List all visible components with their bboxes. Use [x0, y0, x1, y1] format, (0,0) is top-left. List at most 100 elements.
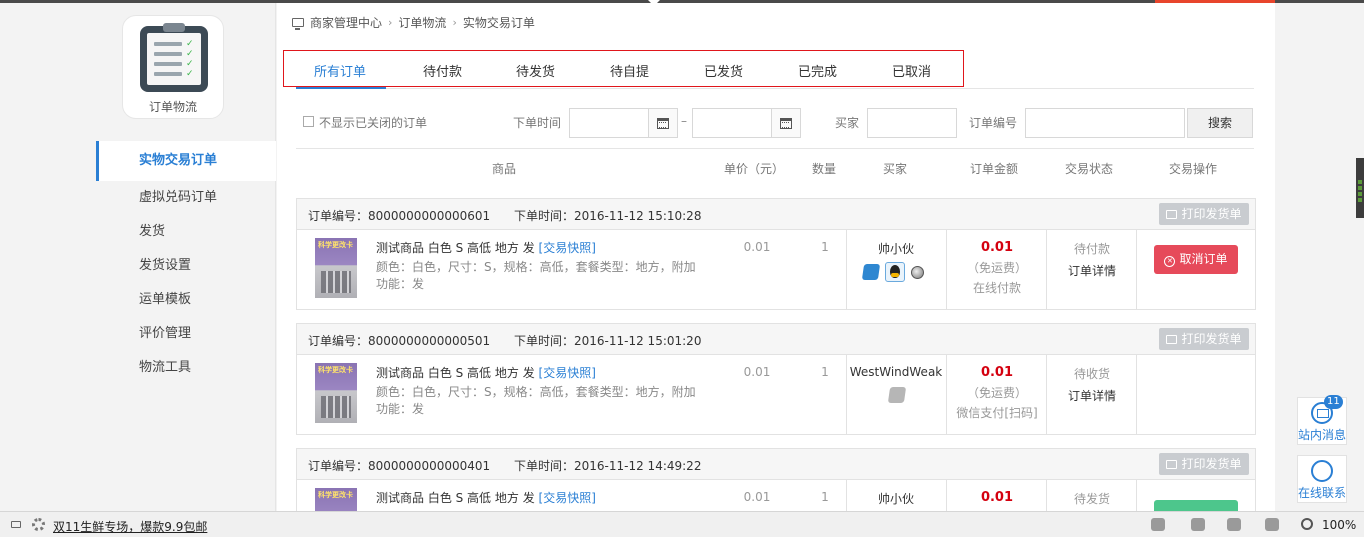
zoom-icon[interactable]	[1301, 518, 1313, 530]
sidebar-item-physical-orders[interactable]: 实物交易订单	[96, 141, 276, 181]
tab-all-orders[interactable]: 所有订单	[314, 61, 366, 80]
col-order-amount: 订单金额	[970, 162, 1019, 176]
print-invoice-button[interactable]: 打印发货单	[1159, 203, 1249, 225]
goods-thumbnail[interactable]: 科学更改卡	[315, 363, 357, 423]
site-messages-widget[interactable]: 11 站内消息	[1297, 395, 1347, 445]
buyer-name: 帅小伙	[877, 242, 914, 256]
breadcrumb-separator: ›	[452, 16, 457, 29]
buyer-name: 帅小伙	[877, 492, 914, 506]
snapshot-link[interactable]: [交易快照]	[539, 491, 596, 505]
quantity: 1	[821, 490, 829, 504]
breadcrumb-order-logistics[interactable]: 订单物流	[398, 14, 446, 31]
order-status-tabs: 所有订单 待付款 待发货 待自提 已发货 已完成 已取消	[283, 50, 964, 87]
calendar-icon	[657, 117, 669, 129]
tab-pending-shipment[interactable]: 待发货	[516, 61, 555, 80]
sidebar-item-ship-settings[interactable]: 发货设置	[96, 249, 276, 283]
col-unit-price: 单价（元）	[724, 162, 785, 176]
order-time: 下单时间：2016-11-12 15:10:28	[514, 209, 702, 223]
tab-pending-pickup[interactable]: 待自提	[610, 61, 649, 80]
sidebar-item-review-management[interactable]: 评价管理	[96, 317, 276, 351]
order-row: 科学更改卡 测试商品 白色 S 高低 地方 发 [交易快照] 0.01 1 帅小…	[297, 480, 1255, 511]
goods-thumbnail[interactable]: 科学更改卡	[315, 238, 357, 298]
tab-pending-payment[interactable]: 待付款	[423, 61, 462, 80]
breadcrumb-separator: ›	[388, 16, 393, 29]
goods-name[interactable]: 测试商品 白色 S 高低 地方 发 [交易快照]	[376, 364, 596, 381]
goods-thumbnail[interactable]: 科学更改卡	[315, 488, 357, 511]
order-time: 下单时间：2016-11-12 14:49:22	[514, 459, 702, 473]
breadcrumb-merchant-center[interactable]: 商家管理中心	[310, 14, 382, 31]
gear-icon[interactable]	[32, 518, 45, 531]
left-sidebar: ✓ ✓ ✓ ✓ 订单物流 实物交易订单 虚拟兑码订单 发货 发货设置 运单模板 …	[0, 3, 276, 511]
qq-icon[interactable]	[885, 262, 905, 282]
order-logistics-app-tile[interactable]: ✓ ✓ ✓ ✓ 订单物流	[122, 15, 224, 119]
comment-icon[interactable]	[1151, 518, 1165, 531]
start-calendar-button[interactable]	[648, 108, 678, 138]
print-invoice-button[interactable]: 打印发货单	[1159, 328, 1249, 350]
download-icon[interactable]	[1191, 518, 1205, 531]
shield-icon[interactable]	[1227, 518, 1241, 531]
goods-name[interactable]: 测试商品 白色 S 高低 地方 发 [交易快照]	[376, 239, 596, 256]
camera-icon[interactable]	[11, 521, 21, 528]
hide-closed-label: 不显示已关闭的订单	[319, 116, 428, 130]
app-tile-label: 订单物流	[148, 100, 197, 114]
search-button[interactable]: 搜索	[1187, 108, 1253, 138]
zoom-level[interactable]: 100%	[1322, 518, 1356, 532]
message-icon[interactable]	[861, 264, 881, 280]
print-invoice-button[interactable]: 打印发货单	[1159, 453, 1249, 475]
set-shipping-button[interactable]	[1154, 500, 1238, 511]
order-detail-link[interactable]: 订单详情	[1047, 387, 1137, 404]
promo-link[interactable]: 双11生鲜专场，爆款9.9包邮	[53, 518, 207, 535]
hide-closed-checkbox[interactable]	[303, 116, 314, 127]
printer-icon	[1166, 335, 1178, 344]
sidebar-item-logistics-tools[interactable]: 物流工具	[96, 351, 276, 385]
breadcrumb-current: 实物交易订单	[462, 16, 535, 30]
sidebar-item-virtual-orders[interactable]: 虚拟兑码订单	[96, 181, 276, 215]
end-date-input[interactable]	[692, 108, 772, 138]
cancel-order-button[interactable]: ✕ 取消订单	[1154, 245, 1238, 274]
end-calendar-button[interactable]	[771, 108, 801, 138]
sidebar-item-waybill-template[interactable]: 运单模板	[96, 283, 276, 317]
tab-cancelled[interactable]: 已取消	[892, 61, 931, 80]
order-detail-link[interactable]: 订单详情	[1047, 262, 1137, 279]
sidebar-item-ship[interactable]: 发货	[96, 215, 276, 249]
trade-status: 待付款 订单详情	[1047, 240, 1137, 279]
order-header: 订单编号：8000000000000401 下单时间：2016-11-12 14…	[297, 449, 1255, 480]
tabs-underline	[296, 88, 1254, 89]
trade-status: 待收货 订单详情	[1047, 365, 1137, 404]
start-date-input[interactable]	[569, 108, 649, 138]
speaker-icon[interactable]	[1265, 518, 1279, 531]
buyer-input[interactable]	[867, 108, 957, 138]
quantity: 1	[821, 365, 829, 379]
order-no-input[interactable]	[1025, 108, 1185, 138]
buyer-label: 买家	[835, 116, 860, 130]
chat-icon	[1311, 460, 1333, 482]
online-contact-label: 在线联系	[1298, 486, 1347, 500]
order-card: 订单编号：8000000000000501 下单时间：2016-11-12 15…	[296, 323, 1256, 435]
order-number: 订单编号：8000000000000601	[308, 209, 491, 223]
goods-name[interactable]: 测试商品 白色 S 高低 地方 发 [交易快照]	[376, 489, 596, 506]
trade-status: 待发货	[1073, 492, 1110, 506]
order-amount: 0.01 （免运费） 微信支付[扫码]	[956, 365, 1038, 420]
date-range-separator: –	[681, 114, 687, 128]
snapshot-link[interactable]: [交易快照]	[539, 241, 596, 255]
order-header: 订单编号：8000000000000501 下单时间：2016-11-12 15…	[297, 324, 1255, 355]
wangwang-icon[interactable]	[911, 265, 924, 279]
col-goods: 商品	[492, 162, 517, 176]
order-no-label: 订单编号	[969, 116, 1018, 130]
snapshot-link[interactable]: [交易快照]	[539, 366, 596, 380]
online-contact-widget[interactable]: 在线联系	[1297, 455, 1347, 503]
unit-price: 0.01	[743, 240, 771, 254]
col-quantity: 数量	[812, 162, 837, 176]
site-messages-label: 站内消息	[1298, 428, 1347, 442]
message-icon[interactable]	[887, 387, 907, 403]
printer-icon	[1166, 460, 1178, 469]
tab-shipped[interactable]: 已发货	[704, 61, 743, 80]
browser-status-bar: 双11生鲜专场，爆款9.9包邮 100%	[0, 511, 1364, 537]
order-time: 下单时间：2016-11-12 15:01:20	[514, 334, 702, 348]
col-trade-status: 交易状态	[1065, 162, 1114, 176]
printer-icon	[1166, 210, 1178, 219]
order-header: 订单编号：8000000000000601 下单时间：2016-11-12 15…	[297, 199, 1255, 230]
tab-completed[interactable]: 已完成	[798, 61, 837, 80]
order-time-label: 下单时间	[513, 116, 562, 130]
order-card: 订单编号：8000000000000401 下单时间：2016-11-12 14…	[296, 448, 1256, 511]
